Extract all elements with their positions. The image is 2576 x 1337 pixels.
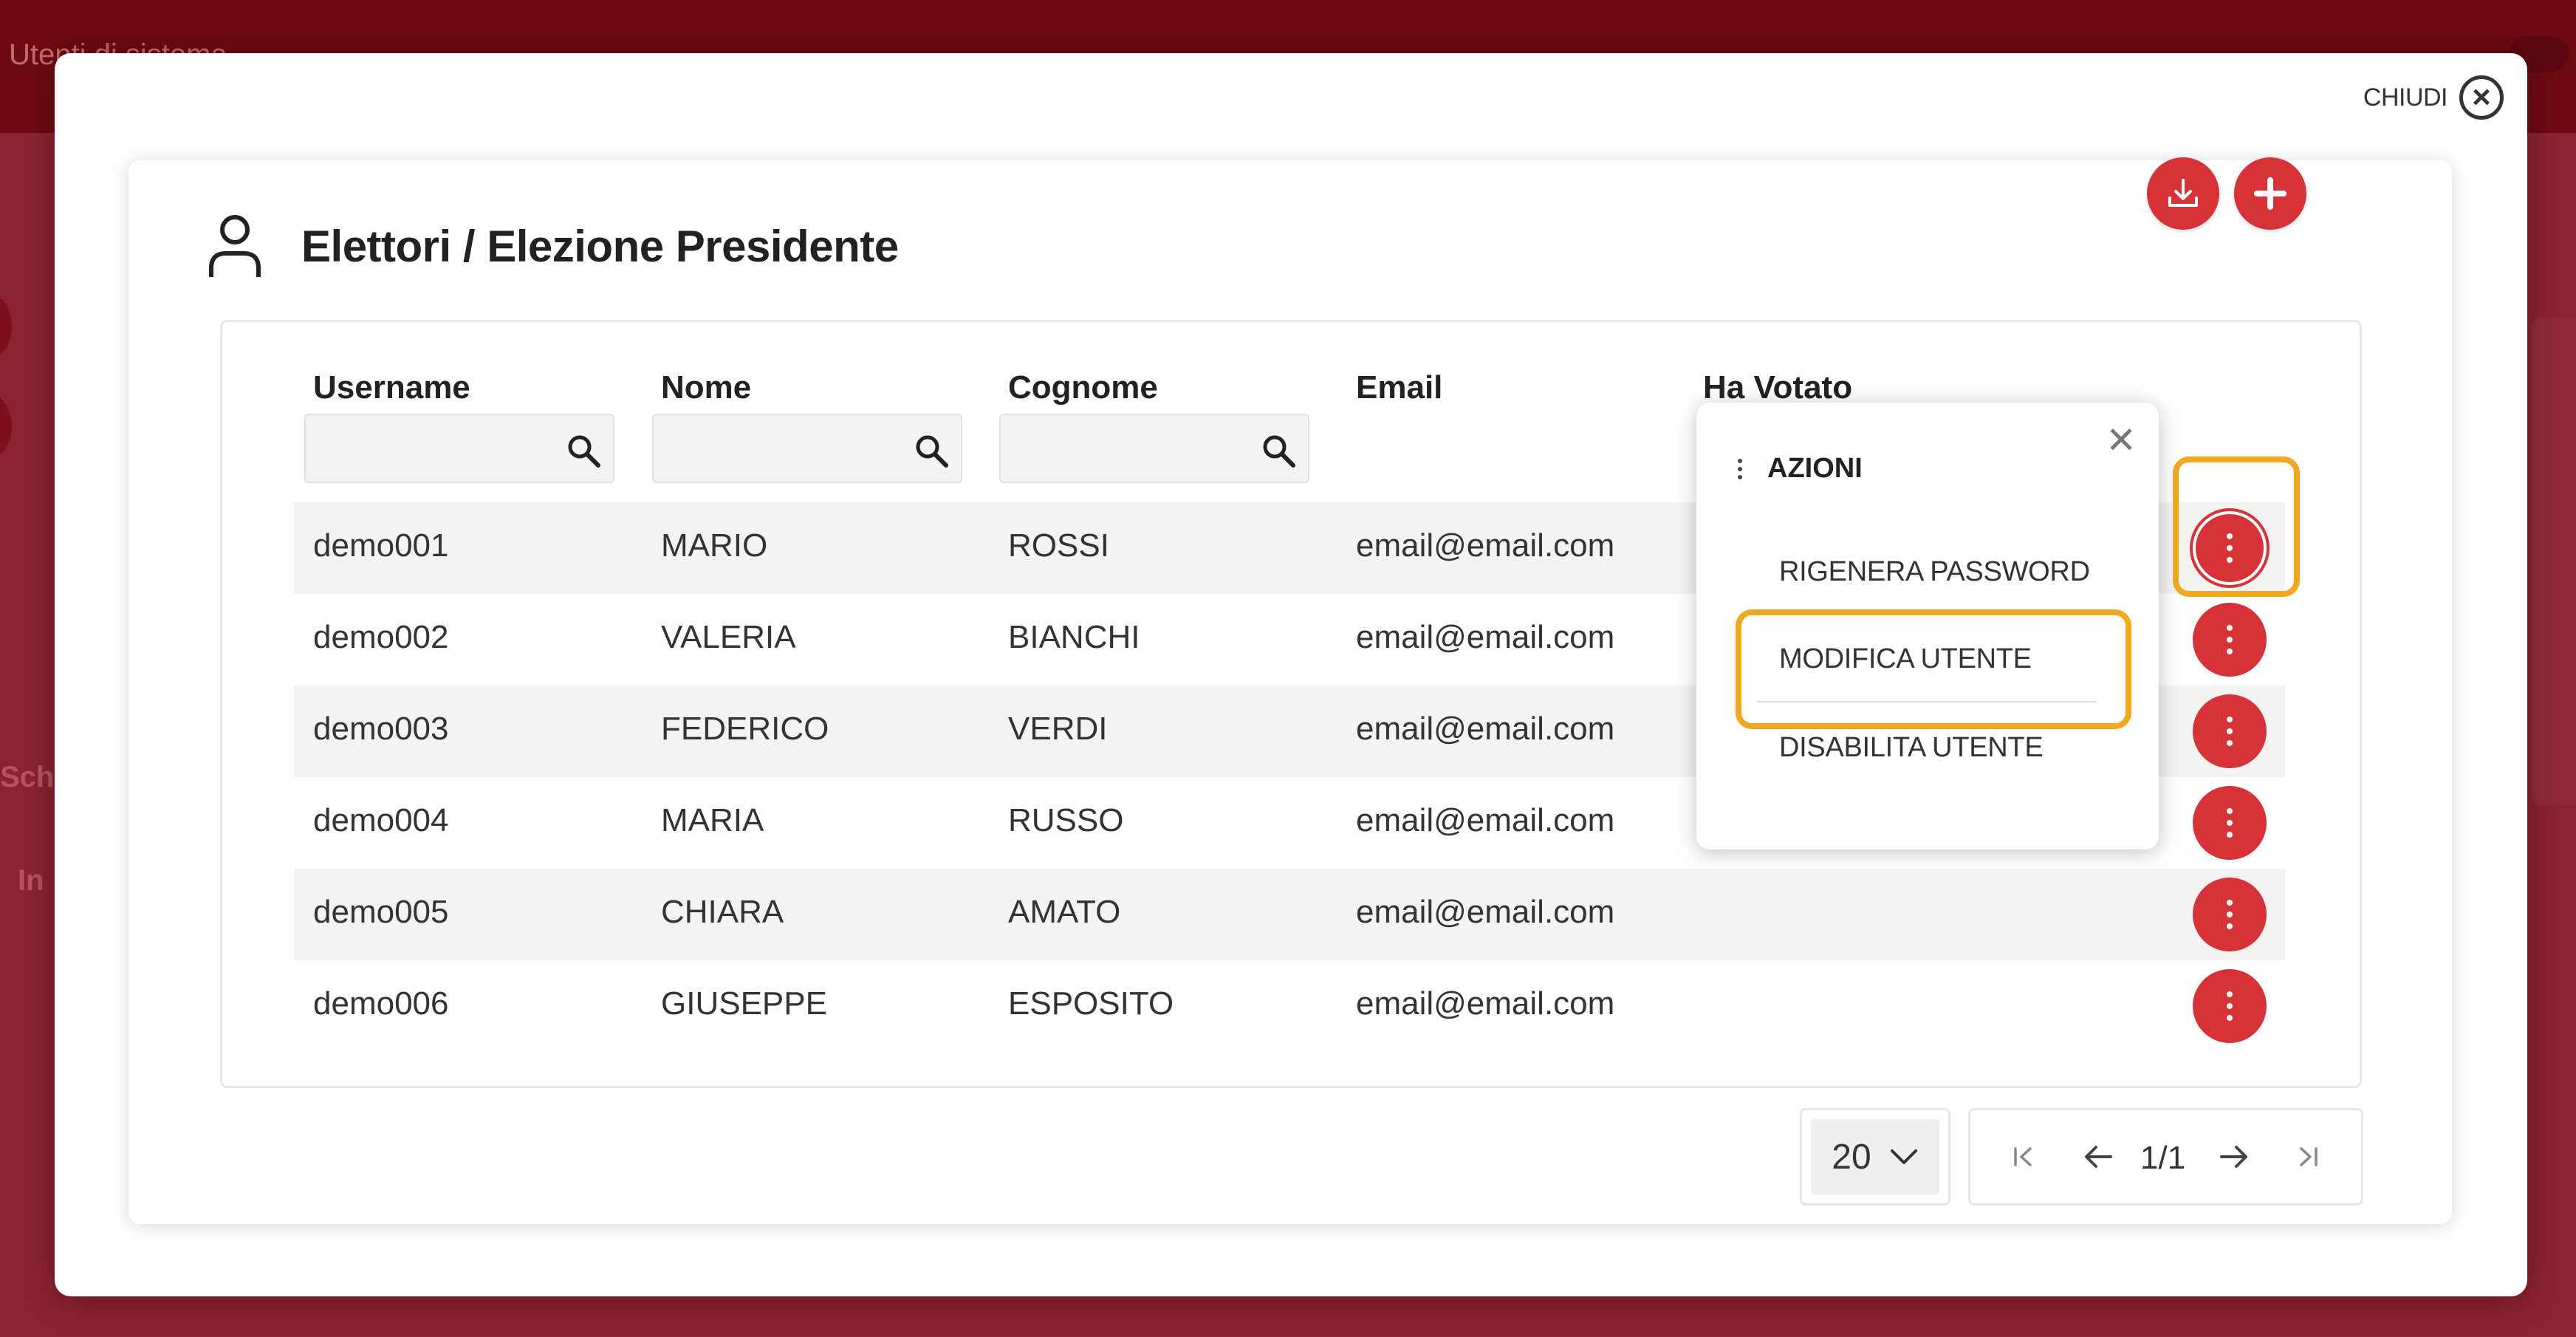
close-icon[interactable]: ✕ <box>2106 419 2137 462</box>
column-header-email: Email <box>1356 369 1443 406</box>
cell-cognome: VERDI <box>1008 711 1108 747</box>
background-circle <box>0 395 12 457</box>
page-size-value[interactable]: 20 <box>1811 1119 1939 1194</box>
cell-nome: MARIO <box>661 527 768 564</box>
cell-email: email@email.com <box>1356 802 1615 838</box>
cell-username: demo005 <box>313 894 449 930</box>
more-vertical-icon <box>1738 458 1742 479</box>
cell-cognome: AMATO <box>1008 894 1121 930</box>
page-indicator: 1/1 <box>2140 1140 2186 1176</box>
search-icon <box>568 435 600 468</box>
menu-title: AZIONI <box>1738 453 1863 485</box>
cognome-search-input[interactable] <box>1001 415 1237 482</box>
row-actions-button[interactable] <box>2193 603 2267 677</box>
first-page-icon[interactable] <box>2011 1144 2036 1169</box>
column-header-ha-votato: Ha Votato <box>1703 369 1853 406</box>
column-header-nome: Nome <box>661 369 752 406</box>
more-vertical-icon <box>2226 808 2233 838</box>
cell-username: demo006 <box>313 985 449 1022</box>
cell-cognome: ROSSI <box>1008 527 1109 564</box>
cell-nome: CHIARA <box>661 894 784 930</box>
cell-email: email@email.com <box>1356 527 1615 564</box>
nome-search-input[interactable] <box>654 415 890 482</box>
more-vertical-icon <box>2226 625 2233 654</box>
last-page-icon[interactable] <box>2295 1144 2320 1169</box>
menu-item-rigenera-password[interactable]: RIGENERA PASSWORD <box>1779 556 2090 588</box>
row-actions-button[interactable] <box>2193 969 2267 1043</box>
cell-email: email@email.com <box>1356 985 1615 1022</box>
chevron-down-icon <box>1890 1149 1917 1164</box>
page-size-label: 20 <box>1832 1137 1871 1177</box>
page-title: Elettori / Elezione Presidente <box>301 221 899 271</box>
more-vertical-icon <box>2226 717 2233 746</box>
cell-nome: MARIA <box>661 802 764 838</box>
menu-divider <box>1757 701 2097 702</box>
background-text: Sch <box>0 761 55 793</box>
menu-title-label: AZIONI <box>1767 453 1863 484</box>
arrow-left-icon[interactable] <box>2083 1143 2114 1171</box>
actions-menu: ✕ AZIONI RIGENERA PASSWORD MODIFICA UTEN… <box>1696 403 2159 849</box>
cell-username: demo004 <box>313 802 449 838</box>
cell-username: demo003 <box>313 711 449 747</box>
more-vertical-icon <box>2226 900 2233 929</box>
menu-item-modifica-utente[interactable]: MODIFICA UTENTE <box>1779 643 2032 675</box>
cell-nome: GIUSEPPE <box>661 985 827 1022</box>
cell-cognome: ESPOSITO <box>1008 985 1174 1022</box>
column-header-username: Username <box>313 369 470 406</box>
add-voter-button[interactable] <box>2234 157 2306 230</box>
cell-email: email@email.com <box>1356 711 1615 747</box>
search-icon <box>916 435 948 468</box>
nome-search-field[interactable] <box>652 414 962 483</box>
cell-email: email@email.com <box>1356 894 1615 930</box>
table-row: demo005 CHIARA AMATO email@email.com <box>294 869 2285 960</box>
more-vertical-icon <box>2226 533 2233 563</box>
page-size-select[interactable]: 20 <box>1800 1108 1950 1206</box>
pagination: 1/1 <box>1968 1108 2363 1206</box>
cell-nome: VALERIA <box>661 619 796 655</box>
arrow-right-icon[interactable] <box>2219 1143 2250 1171</box>
cell-cognome: RUSSO <box>1008 802 1124 838</box>
cell-username: demo002 <box>313 619 449 655</box>
cell-cognome: BIANCHI <box>1008 619 1140 655</box>
cell-email: email@email.com <box>1356 619 1615 655</box>
close-label: CHIUDI <box>2363 83 2448 112</box>
username-search-field[interactable] <box>304 414 614 483</box>
cell-username: demo001 <box>313 527 449 564</box>
search-icon <box>1263 435 1295 468</box>
cell-nome: FEDERICO <box>661 711 829 747</box>
user-icon <box>209 215 261 277</box>
username-search-input[interactable] <box>306 415 542 482</box>
table-row: demo006 GIUSEPPE ESPOSITO email@email.co… <box>294 960 2285 1052</box>
background-circle <box>0 295 12 358</box>
close-icon: × <box>2459 75 2504 120</box>
background-panel <box>2532 318 2576 805</box>
plus-icon <box>2254 177 2286 210</box>
row-actions-button[interactable] <box>2193 878 2267 951</box>
row-actions-button[interactable] <box>2193 786 2267 860</box>
more-vertical-icon <box>2226 991 2233 1021</box>
background-text: In <box>18 864 44 897</box>
download-button[interactable] <box>2147 157 2219 230</box>
row-actions-button[interactable] <box>2193 694 2267 768</box>
column-header-cognome: Cognome <box>1008 369 1158 406</box>
card-header: Elettori / Elezione Presidente <box>205 209 899 283</box>
row-actions-button[interactable] <box>2193 511 2267 585</box>
download-icon <box>2168 179 2198 207</box>
menu-item-disabilita-utente[interactable]: DISABILITA UTENTE <box>1779 732 2044 764</box>
cognome-search-field[interactable] <box>999 414 1309 483</box>
close-modal-button[interactable]: CHIUDI × <box>2363 75 2504 120</box>
